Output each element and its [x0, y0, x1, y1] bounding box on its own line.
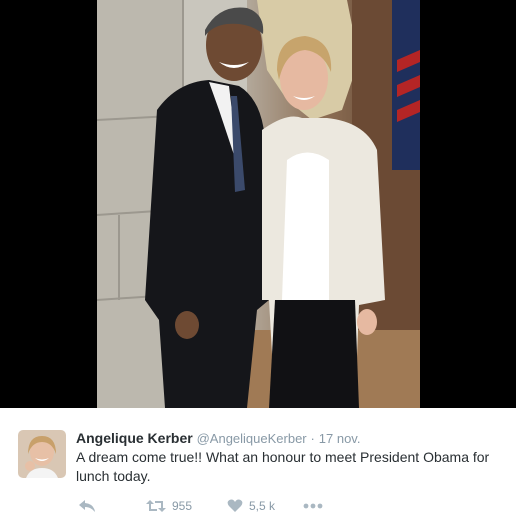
tweet-header: Angelique Kerber @AngeliqueKerber · 17 n…: [76, 430, 360, 446]
like-button[interactable]: 5,5 k: [227, 499, 303, 513]
tweet-text: A dream come true!! What an honour to me…: [76, 449, 490, 484]
author-name[interactable]: Angelique Kerber: [76, 430, 193, 446]
photo-content: [97, 0, 420, 408]
separator-dot: ·: [310, 431, 315, 446]
tweet-photo[interactable]: [0, 0, 516, 408]
tweet-date[interactable]: 17 nov.: [319, 431, 361, 446]
like-icon: [227, 499, 243, 513]
tweet: Angelique Kerber @AngeliqueKerber · 17 n…: [0, 408, 516, 532]
tweet-actions: 955 5,5 k: [78, 496, 333, 516]
retweet-icon: [146, 499, 166, 513]
reply-button[interactable]: [78, 499, 146, 513]
retweet-button[interactable]: 955: [146, 499, 227, 513]
like-count: 5,5 k: [249, 499, 276, 513]
author-handle[interactable]: @AngeliqueKerber: [197, 431, 307, 446]
avatar[interactable]: [18, 430, 66, 478]
reply-icon: [78, 499, 96, 513]
more-icon: [303, 503, 323, 509]
more-button[interactable]: [303, 503, 333, 509]
retweet-count: 955: [172, 499, 193, 513]
